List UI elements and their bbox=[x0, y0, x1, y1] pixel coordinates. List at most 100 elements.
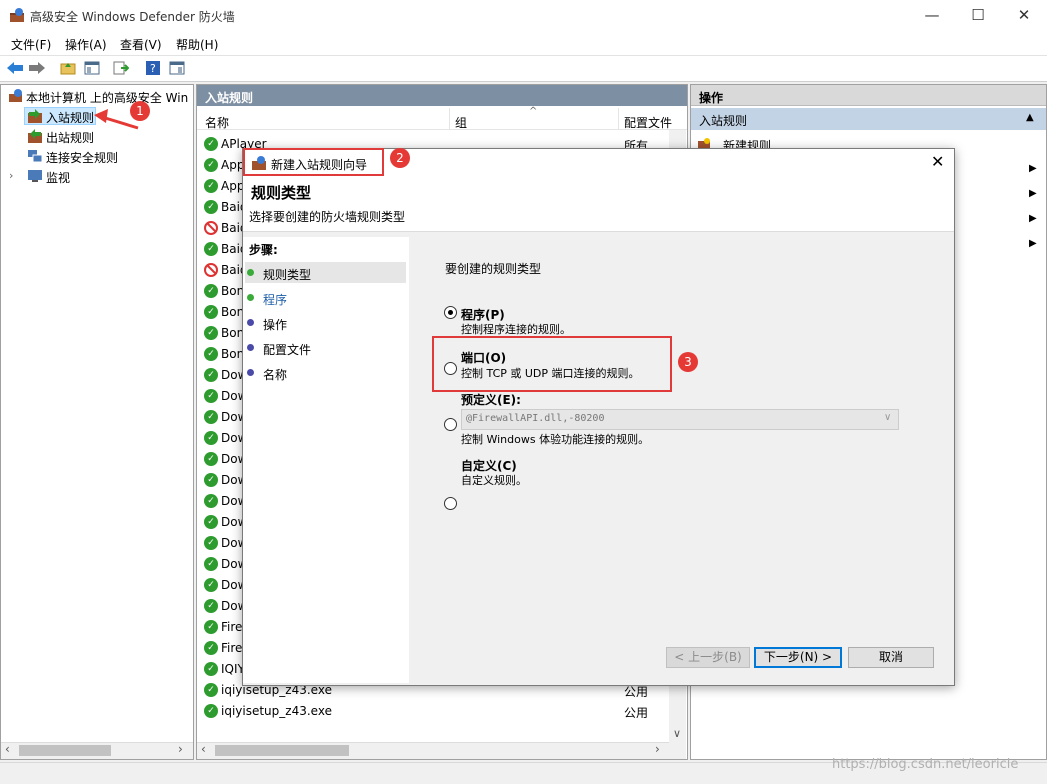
allowed-check-icon: ✓ bbox=[204, 473, 218, 487]
submenu-arrow-icon[interactable]: ▶ bbox=[1029, 213, 1037, 224]
scroll-left-icon[interactable]: ‹ bbox=[5, 742, 10, 756]
export-list-icon[interactable] bbox=[111, 58, 131, 78]
tree-item-monitor[interactable]: 监视 bbox=[46, 169, 70, 186]
scroll-down-icon[interactable]: ∨ bbox=[673, 727, 681, 740]
radio-predefined[interactable] bbox=[444, 418, 457, 431]
show-hide-tree-icon[interactable] bbox=[82, 58, 102, 78]
maximize-button[interactable]: ☐ bbox=[955, 0, 1001, 31]
tree-item-outbound-rules[interactable]: 出站规则 bbox=[46, 129, 94, 146]
minimize-button[interactable]: — bbox=[909, 0, 955, 31]
row-name: Bon bbox=[221, 284, 245, 298]
inbound-rules-icon bbox=[27, 108, 43, 124]
allowed-check-icon: ✓ bbox=[204, 347, 218, 361]
annotation-box-2 bbox=[243, 148, 384, 176]
column-header-profile[interactable]: 配置文件 bbox=[624, 114, 672, 131]
allowed-check-icon: ✓ bbox=[204, 305, 218, 319]
rule-type-prompt: 要创建的规则类型 bbox=[445, 262, 542, 276]
allowed-check-icon: ✓ bbox=[204, 389, 218, 403]
step-name: 名称 bbox=[263, 368, 288, 382]
back-arrow-icon[interactable] bbox=[5, 58, 25, 78]
allowed-check-icon: ✓ bbox=[204, 683, 218, 697]
collapse-up-icon[interactable]: ▲ bbox=[1026, 112, 1034, 123]
monitor-icon bbox=[27, 168, 43, 184]
allowed-check-icon: ✓ bbox=[204, 557, 218, 571]
table-row[interactable]: ✓ iqiyisetup_z43.exe 公用 bbox=[197, 701, 669, 722]
step-complete-dot-icon bbox=[247, 269, 254, 276]
connection-security-icon bbox=[27, 148, 43, 164]
wizard-close-icon[interactable]: ✕ bbox=[931, 152, 944, 171]
submenu-arrow-icon[interactable]: ▶ bbox=[1029, 188, 1037, 199]
steps-label: 步骤: bbox=[249, 243, 278, 257]
actions-header: 操作 bbox=[691, 85, 1046, 106]
column-header-group[interactable]: 组 bbox=[455, 114, 467, 131]
watermark: https://blog.csdn.net/leoricle bbox=[832, 757, 1019, 772]
allowed-check-icon: ✓ bbox=[204, 326, 218, 340]
step-program[interactable]: 程序 bbox=[263, 291, 287, 308]
scroll-right-icon[interactable]: › bbox=[178, 742, 183, 756]
help-icon[interactable]: ? bbox=[143, 58, 163, 78]
step-action: 操作 bbox=[263, 318, 288, 332]
window-title: 高级安全 Windows Defender 防火墙 bbox=[30, 10, 235, 24]
radio-program[interactable] bbox=[444, 306, 457, 319]
chevron-down-icon: ∨ bbox=[884, 412, 892, 423]
option-predefined-label[interactable]: 预定义(E): bbox=[461, 391, 521, 408]
allowed-check-icon: ✓ bbox=[204, 137, 218, 151]
cancel-button[interactable]: 取消 bbox=[848, 647, 934, 668]
scroll-left-icon[interactable]: ‹ bbox=[201, 742, 206, 756]
up-folder-icon[interactable] bbox=[58, 58, 78, 78]
menu-file[interactable]: 文件(F) bbox=[11, 36, 51, 53]
allowed-check-icon: ✓ bbox=[204, 578, 218, 592]
row-name: App bbox=[221, 158, 245, 172]
allowed-check-icon: ✓ bbox=[204, 158, 218, 172]
allowed-check-icon: ✓ bbox=[204, 704, 218, 718]
allowed-check-icon: ✓ bbox=[204, 431, 218, 445]
tree-item-inbound-rules[interactable]: 入站规则 bbox=[46, 109, 94, 126]
allowed-check-icon: ✓ bbox=[204, 452, 218, 466]
row-name: Fire bbox=[221, 641, 243, 655]
row-profile: 公用 bbox=[624, 706, 649, 720]
tree-scroll-thumb[interactable] bbox=[19, 745, 111, 756]
show-action-pane-icon[interactable] bbox=[167, 58, 187, 78]
annotation-badge-3: 3 bbox=[678, 352, 698, 372]
scroll-right-icon[interactable]: › bbox=[655, 742, 660, 756]
firewall-app-icon bbox=[9, 7, 25, 23]
next-button[interactable]: 下一步(N) > bbox=[754, 647, 842, 668]
back-button[interactable]: < 上一步(B) bbox=[666, 647, 750, 668]
column-header-name[interactable]: 名称 bbox=[205, 114, 229, 131]
row-name: Bon bbox=[221, 305, 245, 319]
option-predefined-desc: 控制 Windows 体验功能连接的规则。 bbox=[461, 433, 650, 446]
step-dot-icon bbox=[247, 294, 254, 301]
navigation-tree bbox=[0, 84, 194, 760]
menu-view[interactable]: 查看(V) bbox=[120, 36, 162, 53]
outbound-rules-icon bbox=[27, 128, 43, 144]
allowed-check-icon: ✓ bbox=[204, 179, 218, 193]
wizard-subheading: 选择要创建的防火墙规则类型 bbox=[249, 210, 406, 224]
wizard-heading: 规则类型 bbox=[251, 184, 312, 202]
allowed-check-icon: ✓ bbox=[204, 200, 218, 214]
forward-arrow-icon[interactable] bbox=[27, 58, 47, 78]
menu-action[interactable]: 操作(A) bbox=[65, 36, 107, 53]
actions-section-inbound[interactable]: 入站规则 bbox=[691, 108, 1046, 130]
rules-scroll-thumb[interactable] bbox=[215, 745, 349, 756]
column-divider[interactable] bbox=[618, 108, 619, 130]
annotation-badge-1: 1 bbox=[130, 101, 150, 121]
submenu-arrow-icon[interactable]: ▶ bbox=[1029, 163, 1037, 174]
row-name: iqiyisetup_z43.exe bbox=[221, 704, 332, 718]
column-divider[interactable] bbox=[449, 108, 450, 130]
allowed-check-icon: ✓ bbox=[204, 410, 218, 424]
step-rule-type: 规则类型 bbox=[263, 268, 312, 282]
annotation-badge-2: 2 bbox=[390, 148, 410, 168]
radio-custom[interactable] bbox=[444, 497, 457, 510]
blocked-icon bbox=[204, 263, 218, 277]
submenu-arrow-icon[interactable]: ▶ bbox=[1029, 238, 1037, 249]
allowed-check-icon: ✓ bbox=[204, 242, 218, 256]
step-dot-icon bbox=[247, 319, 254, 326]
allowed-check-icon: ✓ bbox=[204, 494, 218, 508]
row-name: App bbox=[221, 179, 245, 193]
tree-item-connection-security[interactable]: 连接安全规则 bbox=[46, 149, 118, 166]
allowed-check-icon: ✓ bbox=[204, 662, 218, 676]
allowed-check-icon: ✓ bbox=[204, 515, 218, 529]
chevron-right-icon[interactable]: › bbox=[9, 169, 13, 182]
menu-help[interactable]: 帮助(H) bbox=[176, 36, 218, 53]
close-window-button[interactable]: ✕ bbox=[1001, 0, 1047, 31]
